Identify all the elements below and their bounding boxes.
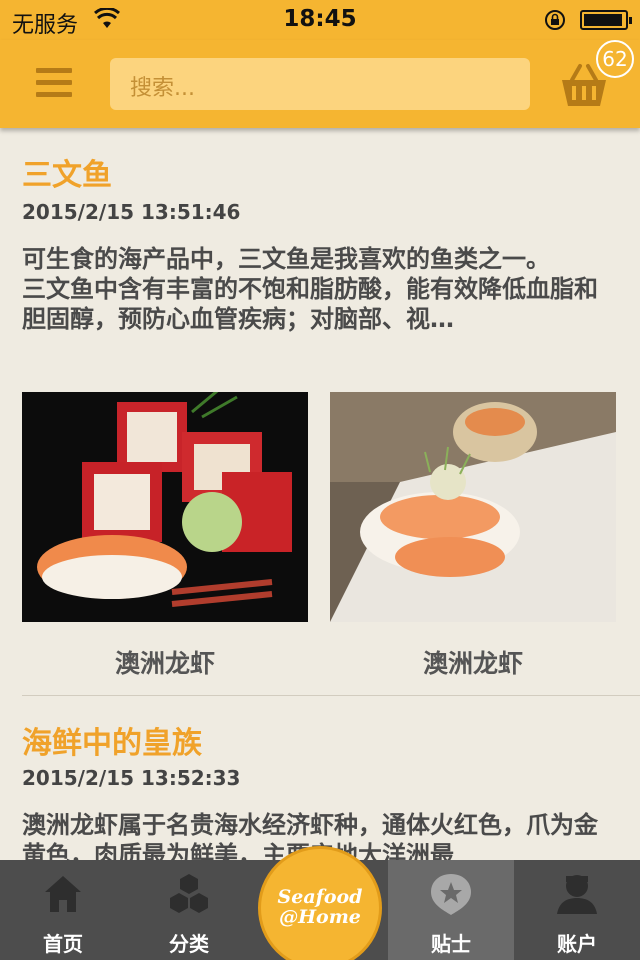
- logo-text: Seafood @Home: [277, 886, 363, 928]
- tab-label: 首页: [43, 932, 83, 956]
- tab-label: 分类: [169, 932, 209, 956]
- house-icon: [45, 876, 81, 912]
- article-title: 海鲜中的皇族: [22, 726, 202, 761]
- rotation-lock-icon: [545, 10, 565, 30]
- article-date: 2015/2/15 13:51:46: [22, 200, 241, 224]
- image-caption: 澳洲龙虾: [114, 649, 215, 678]
- article-date: 2015/2/15 13:52:33: [22, 766, 241, 790]
- article-card[interactable]: 海鲜中的皇族 2015/2/15 13:52:33 澳洲龙虾属于名贵海水经济虾种…: [0, 696, 640, 860]
- article-summary: 可生食的海产品中，三文鱼是我喜欢的鱼类之一。 三文鱼中含有丰富的不饱和脂肪酸，能…: [22, 245, 598, 333]
- star-badge-icon: [431, 874, 471, 915]
- cart-count-badge: 62: [596, 40, 634, 78]
- article-title: 三文鱼: [22, 158, 112, 193]
- status-bar: 无服务 18:45: [0, 0, 640, 40]
- tab-tips[interactable]: 贴士: [388, 860, 514, 960]
- seafood-home-logo-button[interactable]: Seafood @Home: [258, 846, 382, 960]
- hexagons-icon: [170, 874, 208, 913]
- article-image[interactable]: [330, 392, 616, 622]
- user-icon: [557, 875, 597, 914]
- battery-icon: [580, 10, 632, 30]
- tab-label: 账户: [557, 932, 597, 956]
- tab-label: 贴士: [431, 932, 471, 956]
- article-list: 三文鱼 2015/2/15 13:51:46 可生食的海产品中，三文鱼是我喜欢的…: [0, 128, 640, 860]
- search-input[interactable]: 搜索...: [110, 58, 530, 110]
- tab-category[interactable]: 分类: [126, 860, 252, 960]
- nav-bar: 搜索... 62: [0, 40, 640, 128]
- menu-icon[interactable]: [36, 68, 72, 100]
- article-image[interactable]: [22, 392, 308, 622]
- image-caption: 澳洲龙虾: [422, 649, 523, 678]
- article-card[interactable]: 三文鱼 2015/2/15 13:51:46 可生食的海产品中，三文鱼是我喜欢的…: [0, 128, 640, 696]
- tab-home[interactable]: 首页: [0, 860, 126, 960]
- tab-account[interactable]: 账户: [514, 860, 640, 960]
